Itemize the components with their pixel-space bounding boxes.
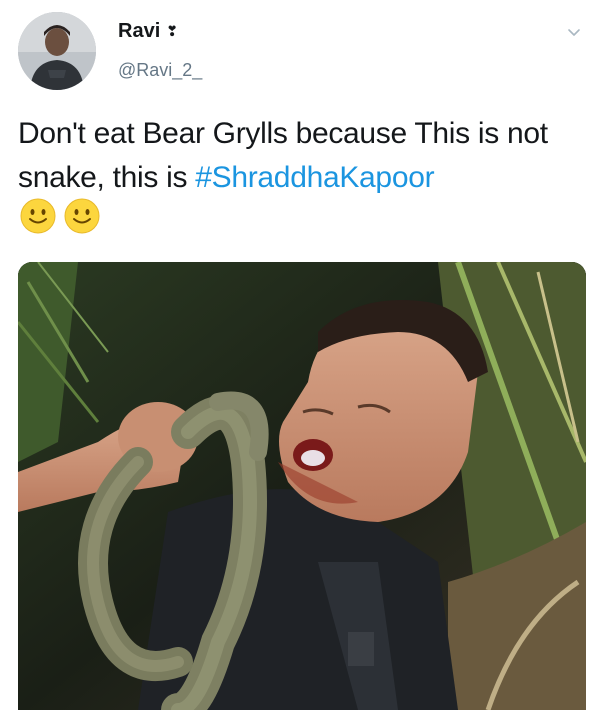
tweet-text: Don't eat Bear Grylls because This is no… bbox=[18, 112, 578, 200]
emoji-row bbox=[20, 198, 100, 234]
hashtag-link[interactable]: #ShraddhaKapoor bbox=[195, 161, 434, 194]
avatar[interactable] bbox=[18, 12, 96, 90]
author-name-row[interactable]: Ravi ❣ bbox=[118, 20, 178, 43]
display-name[interactable]: Ravi bbox=[118, 20, 160, 43]
chevron-down-icon[interactable] bbox=[566, 24, 582, 40]
user-handle[interactable]: @Ravi_2_ bbox=[118, 60, 202, 81]
smiling-face-icon bbox=[64, 198, 100, 234]
heart-exclamation-icon: ❣ bbox=[166, 23, 178, 39]
smiling-face-icon bbox=[20, 198, 56, 234]
photo-man-holding-snake bbox=[18, 262, 586, 710]
tweet-photo[interactable] bbox=[18, 262, 586, 710]
tweet-card: Ravi ❣ @Ravi_2_ Don't eat Bear Grylls be… bbox=[0, 0, 600, 710]
